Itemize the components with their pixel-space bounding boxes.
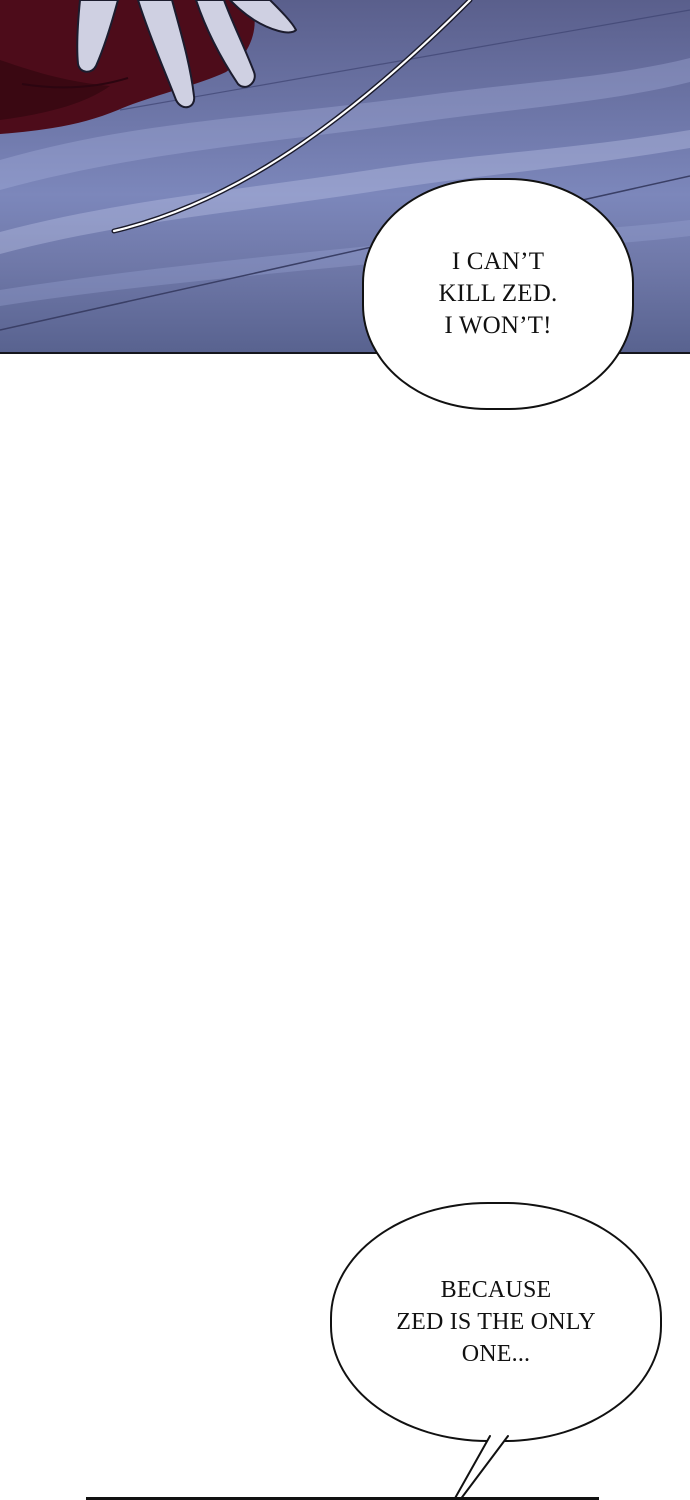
webtoon-page: I CAN’T KILL ZED. I WON’T! BECAUSE ZED I…	[0, 0, 690, 1500]
speech-bubble-2-text: BECAUSE ZED IS THE ONLY ONE...	[396, 1277, 596, 1367]
speech-bubble-1-text: I CAN’T KILL ZED. I WON’T!	[438, 248, 558, 339]
speech-bubble-2-tail	[453, 1435, 509, 1500]
speech-bubble-1: I CAN’T KILL ZED. I WON’T!	[362, 178, 634, 410]
speech-bubble-2: BECAUSE ZED IS THE ONLY ONE...	[330, 1202, 662, 1442]
